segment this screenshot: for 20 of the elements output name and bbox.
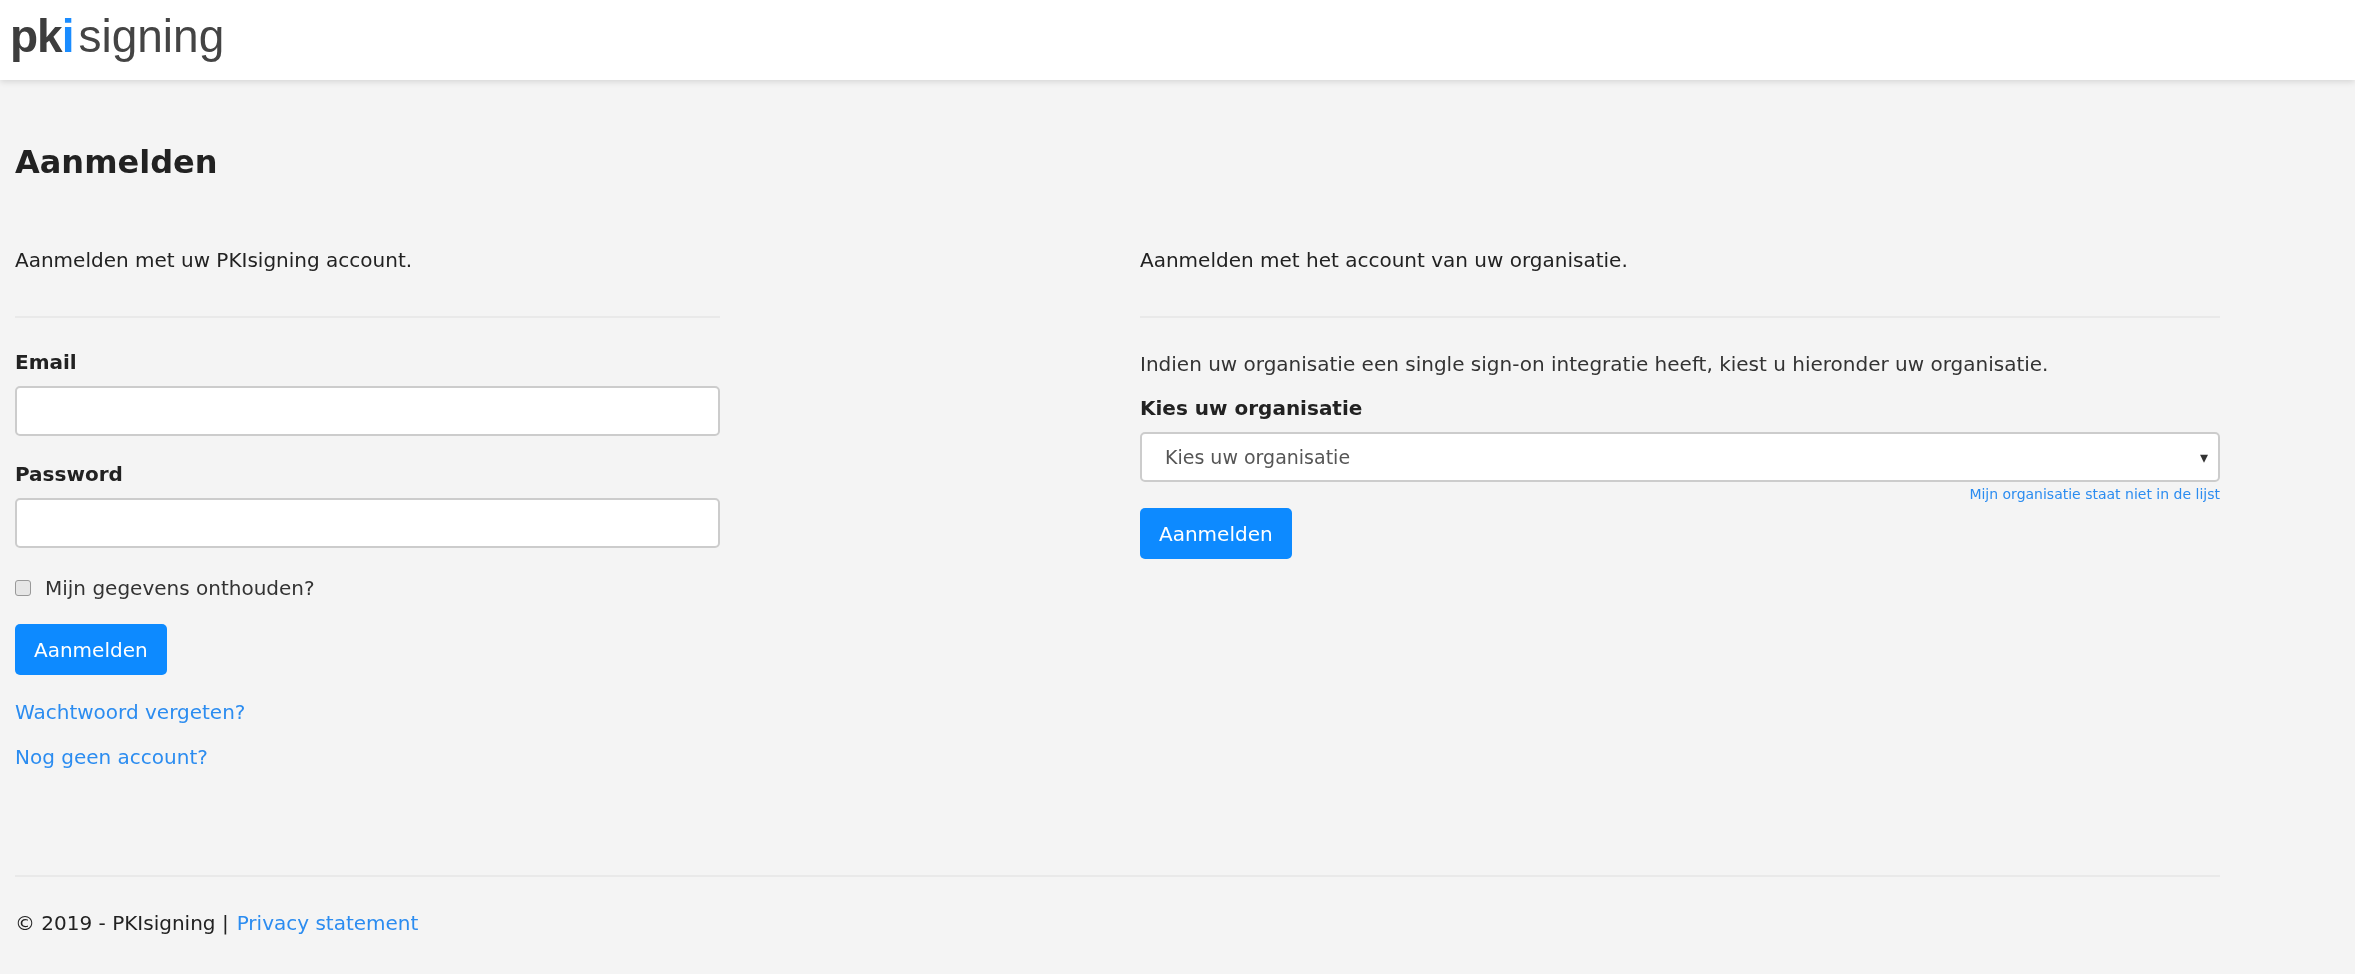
privacy-link[interactable]: Privacy statement: [236, 911, 419, 935]
description-text: Indien uw organisatie een single sign-on integratie heeft, kiest u hieronder uw organisatie.: [1140, 352, 2050, 376]
login-button[interactable]: Aanmelden: [15, 624, 167, 675]
checkbox-label[interactable]: Mijn gegevens onthouden?: [45, 576, 315, 600]
page-title: Aanmelden: [15, 142, 219, 182]
logo[interactable]: pkisigning: [10, 13, 225, 67]
text-link[interactable]: Nog geen account?: [15, 744, 720, 770]
login-button[interactable]: Aanmelden: [1140, 508, 1292, 559]
help-link[interactable]: Mijn organisatie staat niet in de lijst: [1969, 486, 2220, 502]
section-intro: Aanmelden met het account van uw organisatie.: [1140, 248, 1629, 272]
field-label: Kies uw organisatie: [1140, 396, 1364, 420]
organization-select[interactable]: Kies uw organisatie ▾: [1140, 432, 2220, 482]
input-field[interactable]: [15, 386, 720, 436]
remember-checkbox[interactable]: [15, 580, 31, 596]
input-field[interactable]: [15, 498, 720, 548]
field-label: Email: [15, 350, 78, 374]
copyright-text: © 2019 - PKIsigning |: [15, 911, 229, 935]
text-link[interactable]: Wachtwoord vergeten?: [15, 699, 720, 725]
section-intro: Aanmelden met uw PKIsigning account.: [15, 248, 414, 272]
field-label: Password: [15, 462, 124, 486]
